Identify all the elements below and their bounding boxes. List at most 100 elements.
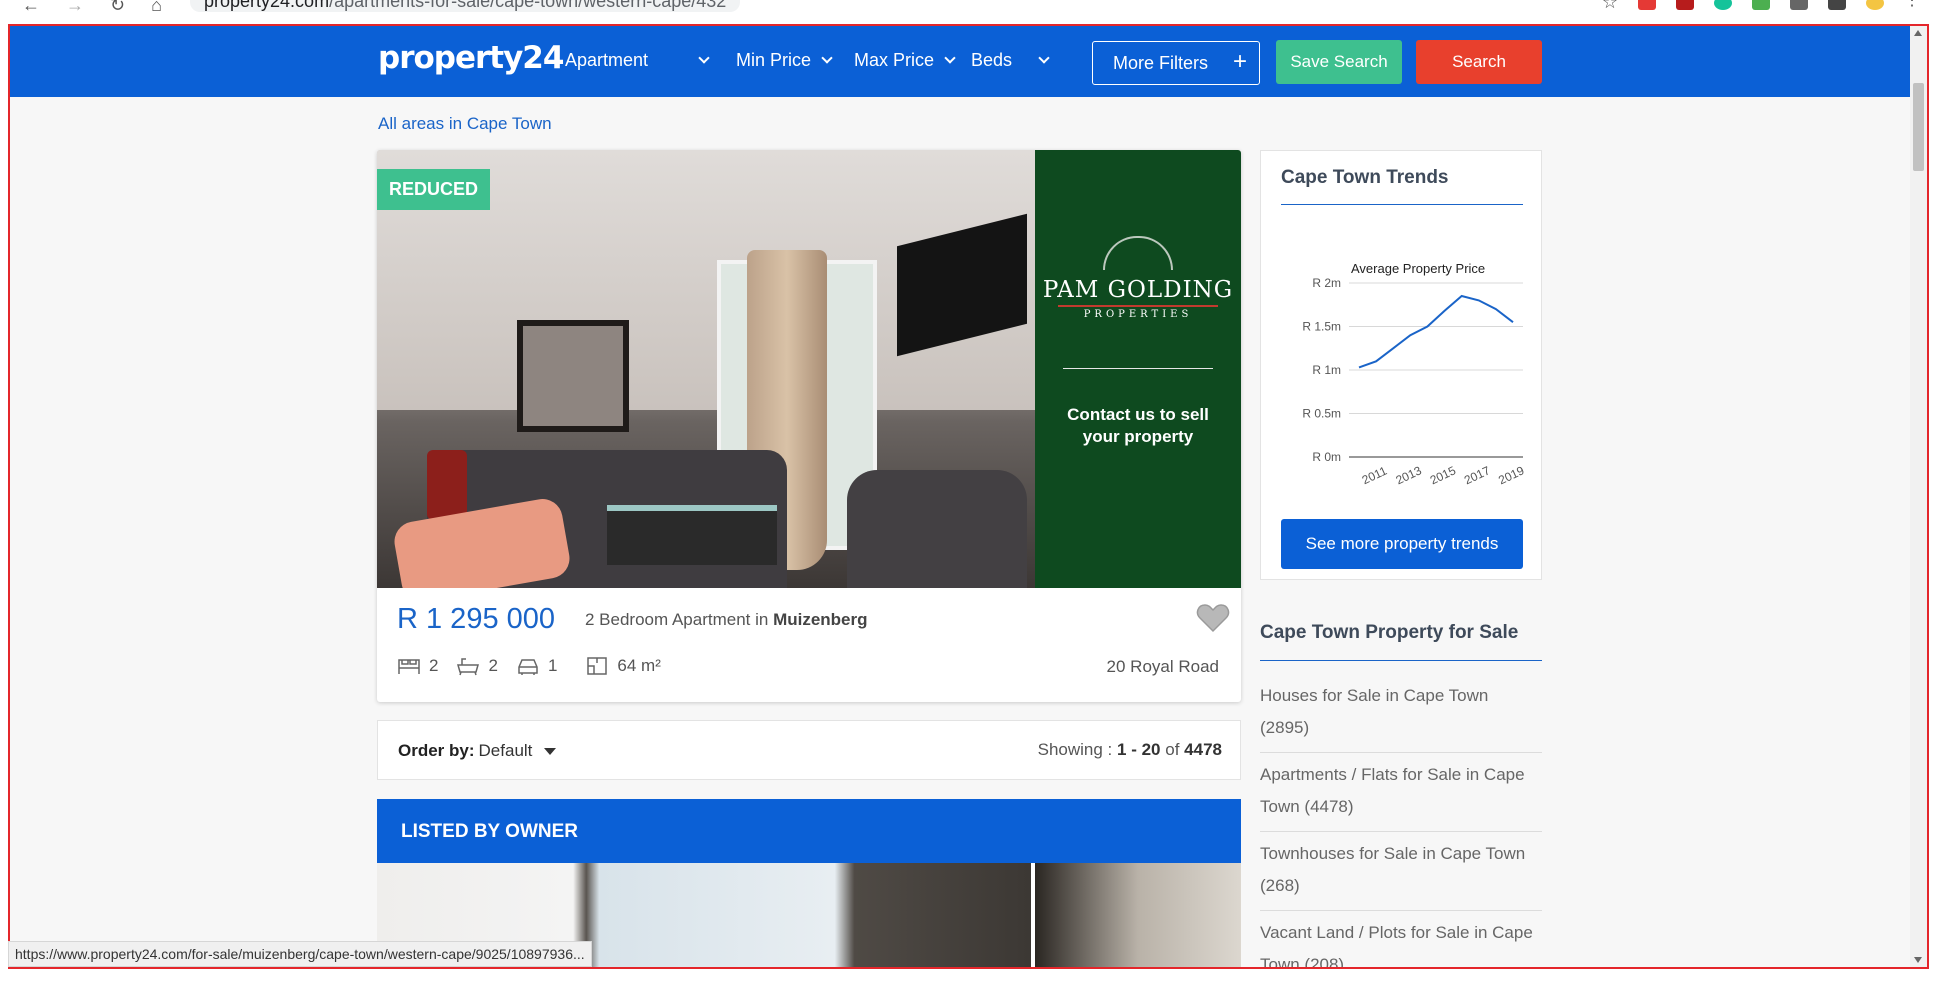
site-header: property24 Apartment Min Price Max Price… bbox=[10, 26, 1927, 97]
caret-down-icon bbox=[544, 747, 557, 755]
address-bar[interactable]: property24.com/apartments-for-sale/cape-… bbox=[190, 0, 741, 12]
bath-icon bbox=[457, 658, 480, 676]
bathrooms-count: 2 bbox=[488, 656, 498, 675]
more-filters-label: More Filters bbox=[1113, 52, 1209, 73]
heart-icon[interactable] bbox=[1196, 603, 1230, 633]
order-by-value: Default bbox=[478, 741, 533, 760]
url-path: /apartments-for-sale/cape-town/western-c… bbox=[329, 0, 727, 11]
scroll-down-icon[interactable] bbox=[1914, 957, 1922, 963]
max-price-dropdown[interactable]: Max Price bbox=[854, 50, 956, 71]
forward-icon[interactable]: → bbox=[66, 0, 84, 14]
showing-label: Showing : bbox=[1037, 740, 1113, 759]
extension-icon[interactable] bbox=[1752, 0, 1770, 10]
x-tick-label: 2017 bbox=[1462, 463, 1492, 487]
property-type-dropdown[interactable]: Apartment bbox=[565, 50, 710, 71]
size-feature: 64 m² bbox=[585, 656, 661, 676]
page-scrollbar[interactable] bbox=[1910, 26, 1927, 967]
order-by-select[interactable]: Order by: Default bbox=[398, 741, 557, 761]
agent-panel[interactable]: PAM GOLDING PROPERTIES Contact us to sel… bbox=[1035, 150, 1241, 588]
bathrooms-feature: 2 bbox=[456, 656, 498, 676]
page-frame: property24 Apartment Min Price Max Price… bbox=[8, 24, 1929, 969]
browser-toolbar: ← → ↻ ⌂ property24.com/apartments-for-sa… bbox=[0, 0, 1938, 22]
chart-title: Average Property Price bbox=[1351, 261, 1485, 276]
sale-link-townhouses[interactable]: Townhouses for Sale in Cape Town (268) bbox=[1260, 832, 1542, 911]
beds-dropdown[interactable]: Beds bbox=[971, 50, 1050, 71]
sale-link-vacant-land[interactable]: Vacant Land / Plots for Sale in Cape Tow… bbox=[1260, 911, 1542, 967]
status-bar-url: https://www.property24.com/for-sale/muiz… bbox=[8, 941, 592, 967]
sale-link-apartments[interactable]: Apartments / Flats for Sale in Cape Town… bbox=[1260, 753, 1542, 832]
beds-label: Beds bbox=[971, 50, 1013, 70]
extension-icon[interactable] bbox=[1676, 0, 1694, 10]
reduced-badge: REDUCED bbox=[377, 169, 491, 210]
search-button[interactable]: Search bbox=[1416, 40, 1542, 84]
min-price-label: Min Price bbox=[736, 50, 812, 70]
y-tick-label: R 1.5m bbox=[1302, 320, 1341, 334]
order-bar: Order by: Default Showing : 1 - 20 of 44… bbox=[377, 720, 1241, 780]
y-tick-label: R 1m bbox=[1312, 363, 1341, 377]
sale-links-list: Houses for Sale in Cape Town (2895) Apar… bbox=[1260, 674, 1542, 967]
owner-listing-photo-secondary[interactable] bbox=[1035, 863, 1241, 967]
media-icon[interactable] bbox=[1828, 0, 1846, 10]
grammarly-icon[interactable] bbox=[1714, 0, 1732, 10]
listing-type: 2 Bedroom Apartment in bbox=[585, 610, 769, 629]
sale-section-title: Cape Town Property for Sale bbox=[1260, 622, 1519, 643]
results-count: Showing : 1 - 20 of 4478 bbox=[1038, 740, 1222, 760]
bedrooms-count: 2 bbox=[429, 656, 439, 675]
listing-price: R 1 295 000 bbox=[397, 603, 556, 635]
bedrooms-feature: 2 bbox=[397, 656, 438, 676]
price-trend-chart: Average Property Price R 0m R 0.5m R 1m R 1.… bbox=[1302, 261, 1526, 487]
showing-total: 4478 bbox=[1184, 740, 1222, 759]
agent-cta[interactable]: Contact us to sell your property bbox=[1035, 404, 1241, 448]
min-price-dropdown[interactable]: Min Price bbox=[736, 50, 833, 71]
scrollbar-thumb[interactable] bbox=[1913, 83, 1924, 171]
home-icon[interactable]: ⌂ bbox=[151, 0, 162, 14]
puzzle-icon[interactable] bbox=[1790, 0, 1808, 10]
save-search-button[interactable]: Save Search bbox=[1276, 40, 1402, 84]
chevron-down-icon bbox=[698, 52, 710, 64]
listing-suburb: Muizenberg bbox=[773, 610, 868, 629]
sale-link-houses[interactable]: Houses for Sale in Cape Town (2895) bbox=[1260, 674, 1542, 753]
crest-icon bbox=[1103, 236, 1173, 270]
showing-range: 1 - 20 bbox=[1117, 740, 1161, 759]
car-icon bbox=[518, 659, 538, 675]
listing-address: 20 Royal Road bbox=[1106, 657, 1219, 676]
y-tick-label: R 2m bbox=[1312, 276, 1341, 290]
x-tick-label: 2011 bbox=[1360, 463, 1390, 487]
bookmark-star-icon[interactable]: ☆ bbox=[1602, 0, 1618, 11]
url-host: property24.com bbox=[204, 0, 330, 11]
trends-card: Cape Town Trends Average Property Price R… bbox=[1260, 150, 1542, 580]
scroll-up-icon[interactable] bbox=[1914, 30, 1922, 36]
agent-logo: PAM GOLDING PROPERTIES bbox=[1035, 236, 1241, 320]
listing-features: 2 2 1 64 m² bbox=[397, 656, 661, 676]
more-filters-button[interactable]: More Filters + bbox=[1092, 41, 1260, 85]
order-by-label: Order by: bbox=[398, 741, 475, 760]
y-tick-label: R 0.5m bbox=[1302, 407, 1341, 421]
bed-icon bbox=[398, 659, 420, 674]
x-tick-label: 2019 bbox=[1496, 463, 1526, 487]
back-icon[interactable]: ← bbox=[22, 0, 40, 14]
parking-count: 1 bbox=[547, 656, 558, 675]
listing-card[interactable]: REDUCED PAM GOLDING PROPERTIES Contact u… bbox=[377, 150, 1241, 702]
x-tick-label: 2015 bbox=[1428, 463, 1458, 487]
listing-title: 2 Bedroom Apartment in Muizenberg bbox=[585, 610, 868, 630]
menu-icon[interactable]: ⋮ bbox=[1904, 0, 1920, 10]
listing-photo[interactable]: REDUCED bbox=[377, 150, 1035, 588]
extension-icon[interactable] bbox=[1638, 0, 1656, 10]
y-tick-label: R 0m bbox=[1312, 450, 1341, 464]
chevron-down-icon bbox=[944, 52, 956, 64]
see-trends-button[interactable]: See more property trends bbox=[1281, 519, 1523, 569]
trends-title: Cape Town Trends bbox=[1281, 167, 1449, 188]
showing-of: of bbox=[1165, 740, 1180, 759]
divider bbox=[1063, 368, 1213, 369]
owner-heading: LISTED BY OWNER bbox=[377, 799, 1241, 863]
max-price-label: Max Price bbox=[854, 50, 935, 70]
x-tick-label: 2013 bbox=[1394, 463, 1424, 487]
breadcrumb[interactable]: All areas in Cape Town bbox=[378, 114, 552, 134]
parking-feature: 1 bbox=[516, 656, 557, 676]
avatar[interactable] bbox=[1866, 0, 1884, 10]
site-logo[interactable]: property24 bbox=[378, 40, 564, 76]
floor-size: 64 m² bbox=[617, 656, 661, 675]
reload-icon[interactable]: ↻ bbox=[110, 0, 125, 14]
plus-icon: + bbox=[1232, 48, 1247, 75]
chevron-down-icon bbox=[1038, 52, 1050, 64]
